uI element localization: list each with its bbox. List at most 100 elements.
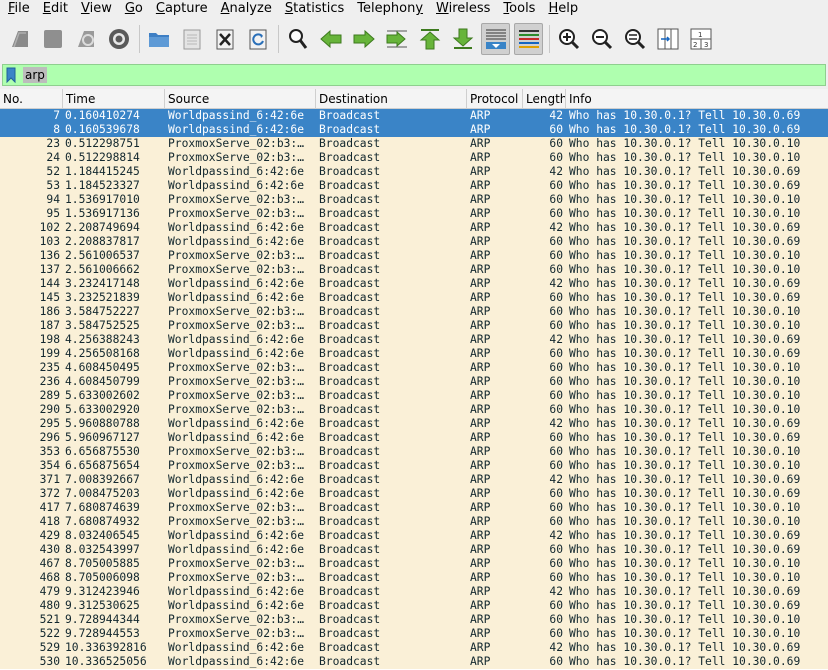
resize-columns-button[interactable] xyxy=(653,23,682,55)
packet-row[interactable]: 296 5.960967127 Worldpassind_6:42:6e Broadc… xyxy=(0,431,828,445)
packet-no: 354 xyxy=(39,459,60,472)
filter-bookmark-button[interactable] xyxy=(3,65,19,85)
zoom-normal-button[interactable] xyxy=(620,23,649,55)
menu-tools[interactable]: Tools xyxy=(495,0,540,18)
packet-row[interactable]: 529 10.336392816 Worldpassind_6:42:6e Broad… xyxy=(0,641,828,655)
menu-file[interactable]: File xyxy=(0,0,35,18)
go-first-packet-button[interactable] xyxy=(415,23,444,55)
packet-row[interactable]: 52 1.184415245 Worldpassind_6:42:6e Broadca… xyxy=(0,165,828,179)
save-file-button[interactable] xyxy=(177,23,206,55)
packet-row[interactable]: 429 8.032406545 Worldpassind_6:42:6e Broadc… xyxy=(0,529,828,543)
menu-statistics[interactable]: Statistics xyxy=(277,0,349,18)
packet-row[interactable]: 136 2.561006537 ProxmoxServe_02:b3:… Broadc… xyxy=(0,249,828,263)
packet-info: Who has 10.30.0.1? Tell 10.30.0.10 xyxy=(569,571,801,584)
packet-no: 371 xyxy=(39,473,60,486)
packet-row[interactable]: 24 0.512298814 ProxmoxServe_02:b3:… Broadca… xyxy=(0,151,828,165)
packet-source: ProxmoxServe_02:b3:… xyxy=(168,557,305,570)
zoom-in-button[interactable] xyxy=(554,23,583,55)
packet-row[interactable]: 479 9.312423946 Worldpassind_6:42:6e Broadc… xyxy=(0,585,828,599)
packet-row[interactable]: 198 4.256388243 Worldpassind_6:42:6e Broadc… xyxy=(0,333,828,347)
resize-columns-icon xyxy=(657,28,678,50)
packet-row[interactable]: 530 10.336525056 Worldpassind_6:42:6e Broad… xyxy=(0,655,828,669)
packet-row[interactable]: 290 5.633002920 ProxmoxServe_02:b3:… Broadc… xyxy=(0,403,828,417)
go-to-packet-button[interactable] xyxy=(382,23,411,55)
colorize-button[interactable] xyxy=(514,23,543,55)
reload-file-button[interactable] xyxy=(243,23,272,55)
packet-row[interactable]: 372 7.008475203 Worldpassind_6:42:6e Broadc… xyxy=(0,487,828,501)
packet-row[interactable]: 353 6.656875530 ProxmoxServe_02:b3:… Broadc… xyxy=(0,445,828,459)
menu-view[interactable]: View xyxy=(73,0,117,18)
display-filter-input[interactable]: arp xyxy=(2,64,826,86)
packet-row[interactable]: 417 7.680874639 ProxmoxServe_02:b3:… Broadc… xyxy=(0,501,828,515)
packet-row[interactable]: 102 2.208749694 Worldpassind_6:42:6e Broadc… xyxy=(0,221,828,235)
menu-capture[interactable]: Capture xyxy=(148,0,213,18)
packet-protocol: ARP xyxy=(470,151,491,164)
packet-source: Worldpassind_6:42:6e xyxy=(168,235,305,248)
packet-row[interactable]: 186 3.584752227 ProxmoxServe_02:b3:… Broadc… xyxy=(0,305,828,319)
packet-row[interactable]: 53 1.184523327 Worldpassind_6:42:6e Broadca… xyxy=(0,179,828,193)
column-header-info[interactable]: Info xyxy=(566,89,828,109)
packet-row[interactable]: 371 7.008392667 Worldpassind_6:42:6e Broadc… xyxy=(0,473,828,487)
restart-capture-button[interactable] xyxy=(71,23,100,55)
packet-row[interactable]: 480 9.312530625 Worldpassind_6:42:6e Broadc… xyxy=(0,599,828,613)
column-header-source[interactable]: Source xyxy=(165,89,316,109)
packet-row[interactable]: 199 4.256508168 Worldpassind_6:42:6e Broadc… xyxy=(0,347,828,361)
packet-row[interactable]: 521 9.728944344 ProxmoxServe_02:b3:… Broadc… xyxy=(0,613,828,627)
packet-row[interactable]: 289 5.633002602 ProxmoxServe_02:b3:… Broadc… xyxy=(0,389,828,403)
packet-row[interactable]: 94 1.536917010 ProxmoxServe_02:b3:… Broadca… xyxy=(0,193,828,207)
packet-row[interactable]: 8 0.160539678 Worldpassind_6:42:6e Broadcas… xyxy=(0,123,828,137)
menu-go[interactable]: Go xyxy=(117,0,148,18)
packet-row[interactable]: 144 3.232417148 Worldpassind_6:42:6e Broadc… xyxy=(0,277,828,291)
packet-row[interactable]: 430 8.032543997 Worldpassind_6:42:6e Broadc… xyxy=(0,543,828,557)
packet-row[interactable]: 23 0.512298751 ProxmoxServe_02:b3:… Broadca… xyxy=(0,137,828,151)
packet-row[interactable]: 522 9.728944553 ProxmoxServe_02:b3:… Broadc… xyxy=(0,627,828,641)
menu-analyze[interactable]: Analyze xyxy=(213,0,277,18)
packet-protocol: ARP xyxy=(470,585,491,598)
packet-protocol: ARP xyxy=(470,613,491,626)
menu-edit[interactable]: Edit xyxy=(35,0,73,18)
packet-row[interactable]: 145 3.232521839 Worldpassind_6:42:6e Broadc… xyxy=(0,291,828,305)
layout-button[interactable]: 123 xyxy=(686,23,715,55)
zoom-out-button[interactable] xyxy=(587,23,616,55)
packet-row[interactable]: 187 3.584752525 ProxmoxServe_02:b3:… Broadc… xyxy=(0,319,828,333)
packet-row[interactable]: 235 4.608450495 ProxmoxServe_02:b3:… Broadc… xyxy=(0,361,828,375)
packet-no: 290 xyxy=(39,403,60,416)
packet-source: ProxmoxServe_02:b3:… xyxy=(168,571,305,584)
start-capture-button[interactable] xyxy=(5,23,34,55)
packet-row[interactable]: 103 2.208837817 Worldpassind_6:42:6e Broadc… xyxy=(0,235,828,249)
capture-options-button[interactable] xyxy=(104,23,133,55)
column-header-time[interactable]: Time xyxy=(63,89,165,109)
packet-info: Who has 10.30.0.1? Tell 10.30.0.10 xyxy=(569,207,801,220)
packet-row[interactable]: 354 6.656875654 ProxmoxServe_02:b3:… Broadc… xyxy=(0,459,828,473)
packet-row[interactable]: 467 8.705005885 ProxmoxServe_02:b3:… Broadc… xyxy=(0,557,828,571)
packet-row[interactable]: 137 2.561006662 ProxmoxServe_02:b3:… Broadc… xyxy=(0,263,828,277)
packet-row[interactable]: 236 4.608450799 ProxmoxServe_02:b3:… Broadc… xyxy=(0,375,828,389)
go-forward-button[interactable] xyxy=(349,23,378,55)
column-header-protocol[interactable]: Protocol xyxy=(467,89,523,109)
menu-help[interactable]: Help xyxy=(540,0,583,18)
packet-protocol: ARP xyxy=(470,487,491,500)
packet-row[interactable]: 95 1.536917136 ProxmoxServe_02:b3:… Broadca… xyxy=(0,207,828,221)
packet-info: Who has 10.30.0.1? Tell 10.30.0.69 xyxy=(569,235,801,248)
menu-telephony[interactable]: Telephony xyxy=(349,0,428,18)
packet-row[interactable]: 468 8.705006098 ProxmoxServe_02:b3:… Broadc… xyxy=(0,571,828,585)
go-back-button[interactable] xyxy=(316,23,345,55)
column-header-no[interactable]: No. xyxy=(0,89,63,109)
packet-length: 60 xyxy=(549,347,563,360)
svg-text:2: 2 xyxy=(693,41,697,49)
close-file-button[interactable] xyxy=(210,23,239,55)
auto-scroll-icon xyxy=(485,29,506,49)
auto-scroll-button[interactable] xyxy=(481,23,510,55)
packet-time: 4.608450495 xyxy=(65,361,140,374)
packet-row[interactable]: 295 5.960880788 Worldpassind_6:42:6e Broadc… xyxy=(0,417,828,431)
packet-row[interactable]: 418 7.680874932 ProxmoxServe_02:b3:… Broadc… xyxy=(0,515,828,529)
packet-row[interactable]: 7 0.160410274 Worldpassind_6:42:6e Broadcas… xyxy=(0,109,828,123)
packet-no: 372 xyxy=(39,487,60,500)
column-header-destination[interactable]: Destination xyxy=(316,89,467,109)
menu-wireless[interactable]: Wireless xyxy=(428,0,495,18)
open-file-button[interactable] xyxy=(144,23,173,55)
go-last-packet-button[interactable] xyxy=(448,23,477,55)
find-packet-button[interactable] xyxy=(283,23,312,55)
stop-capture-button[interactable] xyxy=(38,23,67,55)
column-header-length[interactable]: Length xyxy=(523,89,566,109)
